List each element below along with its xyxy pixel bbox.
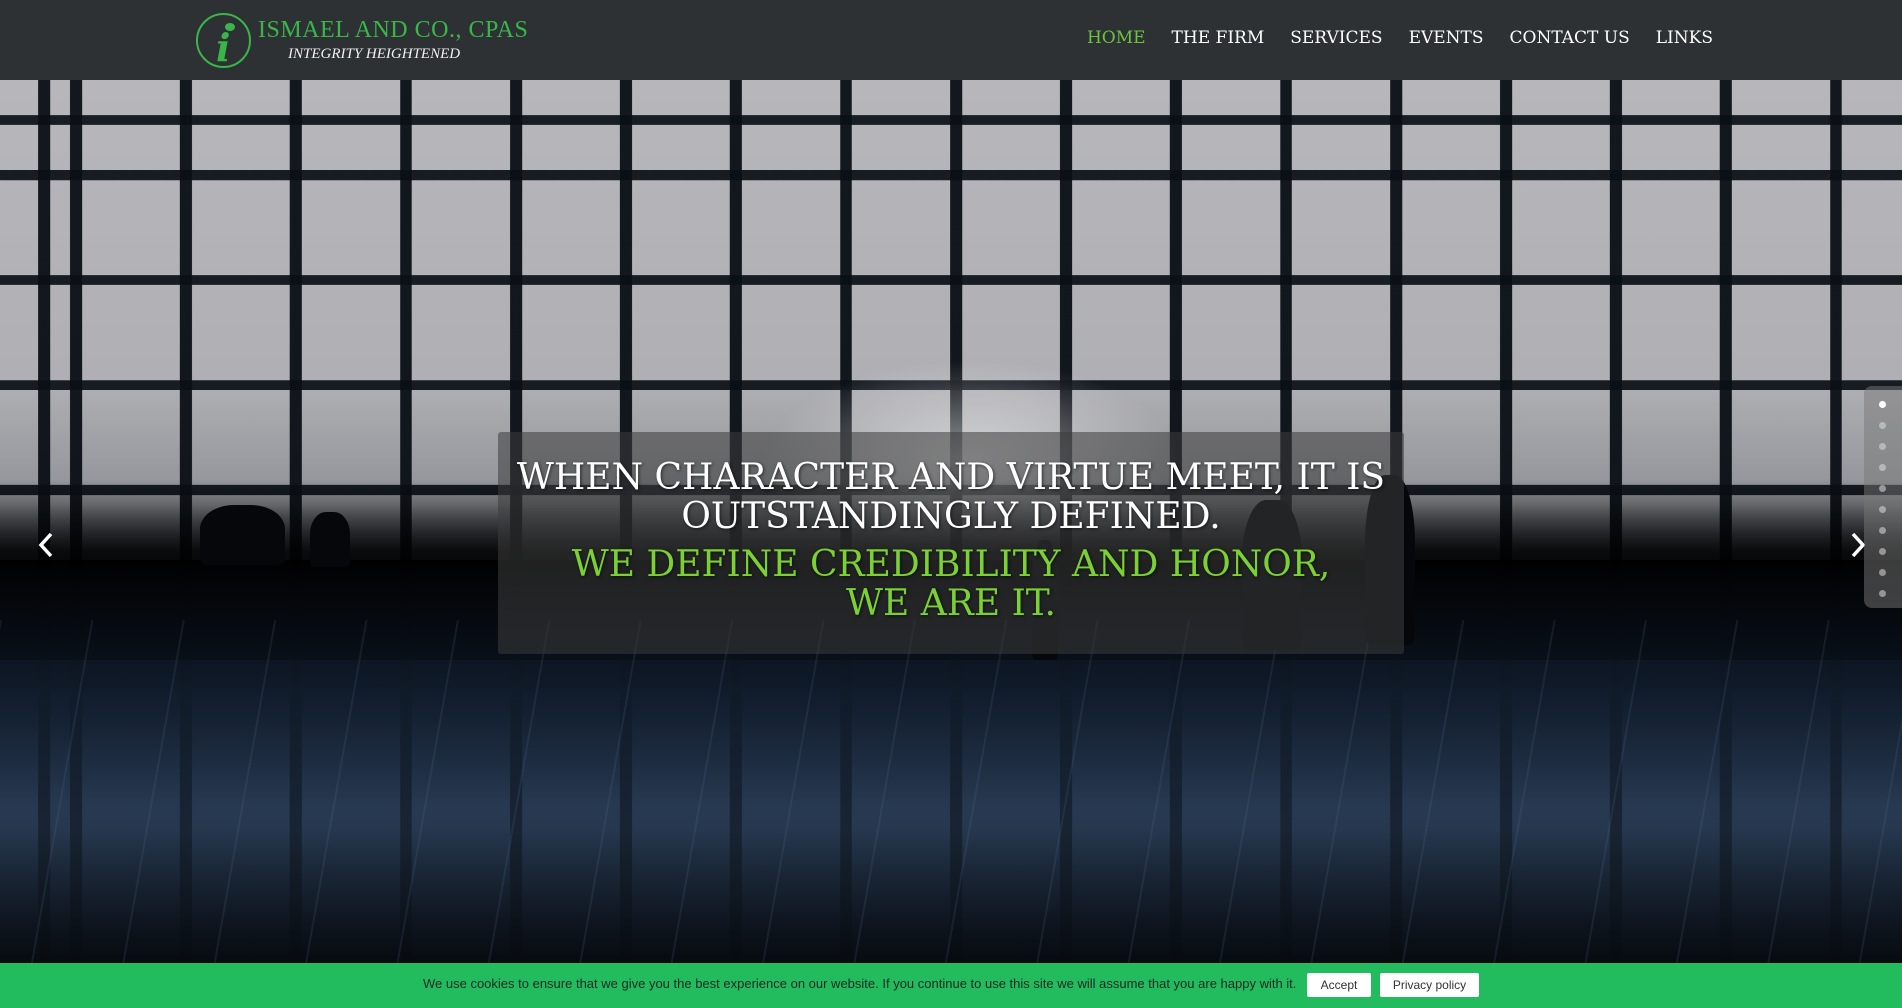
site-logo[interactable]: i ISMAEL AND CO., CPAS INTEGRITY HEIGHTE… xyxy=(196,13,529,69)
nav-item-home[interactable]: HOME xyxy=(1087,28,1146,48)
slide-headline-line1: WHEN CHARACTER AND VIRTUE MEET, IT IS xyxy=(516,457,1386,498)
logo-letter: i xyxy=(216,25,231,70)
slide-dot[interactable] xyxy=(1879,590,1886,597)
main-nav: HOME THE FIRM SERVICES EVENTS CONTACT US… xyxy=(1087,28,1713,48)
slide-dot[interactable] xyxy=(1879,485,1886,492)
slide-dot[interactable] xyxy=(1879,569,1886,576)
person-silhouette xyxy=(200,505,285,565)
logo-name: ISMAEL AND CO., CPAS xyxy=(258,17,529,43)
accept-cookies-button[interactable]: Accept xyxy=(1307,973,1371,997)
slide-headline-line2: OUTSTANDINGLY DEFINED. xyxy=(681,496,1221,537)
slide-dot[interactable] xyxy=(1879,422,1886,429)
nav-item-contact-us[interactable]: CONTACT US xyxy=(1510,28,1630,48)
logo-mark-icon: i xyxy=(196,13,251,68)
slide-subline-line1: WE DEFINE CREDIBILITY AND HONOR, xyxy=(571,544,1331,585)
privacy-policy-button[interactable]: Privacy policy xyxy=(1380,973,1479,997)
slide-dot[interactable] xyxy=(1879,527,1886,534)
nav-item-the-firm[interactable]: THE FIRM xyxy=(1172,28,1265,48)
person-silhouette xyxy=(310,512,350,567)
slide-dot[interactable] xyxy=(1879,443,1886,450)
logo-tagline: INTEGRITY HEIGHTENED xyxy=(288,46,461,62)
cookie-message: We use cookies to ensure that we give yo… xyxy=(423,976,1297,991)
slide-dot[interactable] xyxy=(1879,464,1886,471)
site-header: i ISMAEL AND CO., CPAS INTEGRITY HEIGHTE… xyxy=(0,0,1902,80)
nav-item-links[interactable]: LINKS xyxy=(1656,28,1713,48)
slide-dot[interactable] xyxy=(1879,401,1886,408)
chevron-left-icon[interactable] xyxy=(34,530,58,560)
slide-dot[interactable] xyxy=(1879,548,1886,555)
slide-pagination xyxy=(1864,386,1902,608)
nav-item-services[interactable]: SERVICES xyxy=(1290,28,1382,48)
nav-item-events[interactable]: EVENTS xyxy=(1409,28,1484,48)
slide-subline-line2: WE ARE IT. xyxy=(846,583,1056,624)
slide-dot[interactable] xyxy=(1879,506,1886,513)
cookie-bar: We use cookies to ensure that we give yo… xyxy=(0,963,1902,1008)
slide-caption: WHEN CHARACTER AND VIRTUE MEET, IT IS OU… xyxy=(498,432,1404,654)
floor-tiles xyxy=(0,620,1902,1008)
